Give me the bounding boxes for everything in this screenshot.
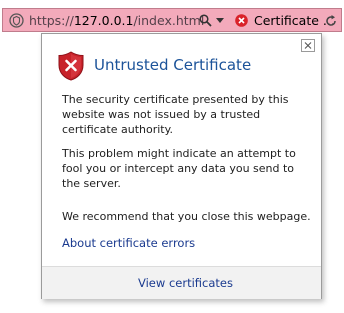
url-scheme: https:// bbox=[29, 13, 74, 28]
address-bar[interactable]: https://127.0.0.1/index.html Certificate… bbox=[2, 8, 342, 32]
popup-paragraph-warning: This problem might indicate an attempt t… bbox=[62, 147, 296, 190]
popup-paragraph-issuer: The security certificate presented by th… bbox=[62, 93, 289, 136]
shield-error-icon bbox=[58, 51, 84, 81]
chevron-down-icon[interactable] bbox=[216, 18, 224, 23]
certificate-error-icon[interactable] bbox=[235, 14, 248, 27]
popup-paragraph-recommendation: We recommend that you close this webpage… bbox=[62, 210, 311, 223]
certificate-error-popup: Untrusted Certificate The security certi… bbox=[41, 33, 322, 299]
close-icon bbox=[304, 42, 312, 49]
url-host: 127.0.0.1 bbox=[73, 13, 134, 28]
view-certificates-link[interactable]: View certificates bbox=[138, 276, 233, 291]
certificate-error-label[interactable]: Certificate ... bbox=[254, 13, 335, 28]
popup-title: Untrusted Certificate bbox=[94, 56, 252, 74]
site-identity-icon[interactable] bbox=[9, 13, 24, 28]
refresh-icon[interactable] bbox=[324, 14, 338, 28]
url-path: /index.html bbox=[133, 13, 205, 28]
close-button[interactable] bbox=[301, 39, 315, 52]
url-text[interactable]: https://127.0.0.1/index.html bbox=[29, 13, 204, 28]
search-icon[interactable] bbox=[199, 14, 212, 27]
about-certificate-errors-link[interactable]: About certificate errors bbox=[62, 236, 195, 251]
